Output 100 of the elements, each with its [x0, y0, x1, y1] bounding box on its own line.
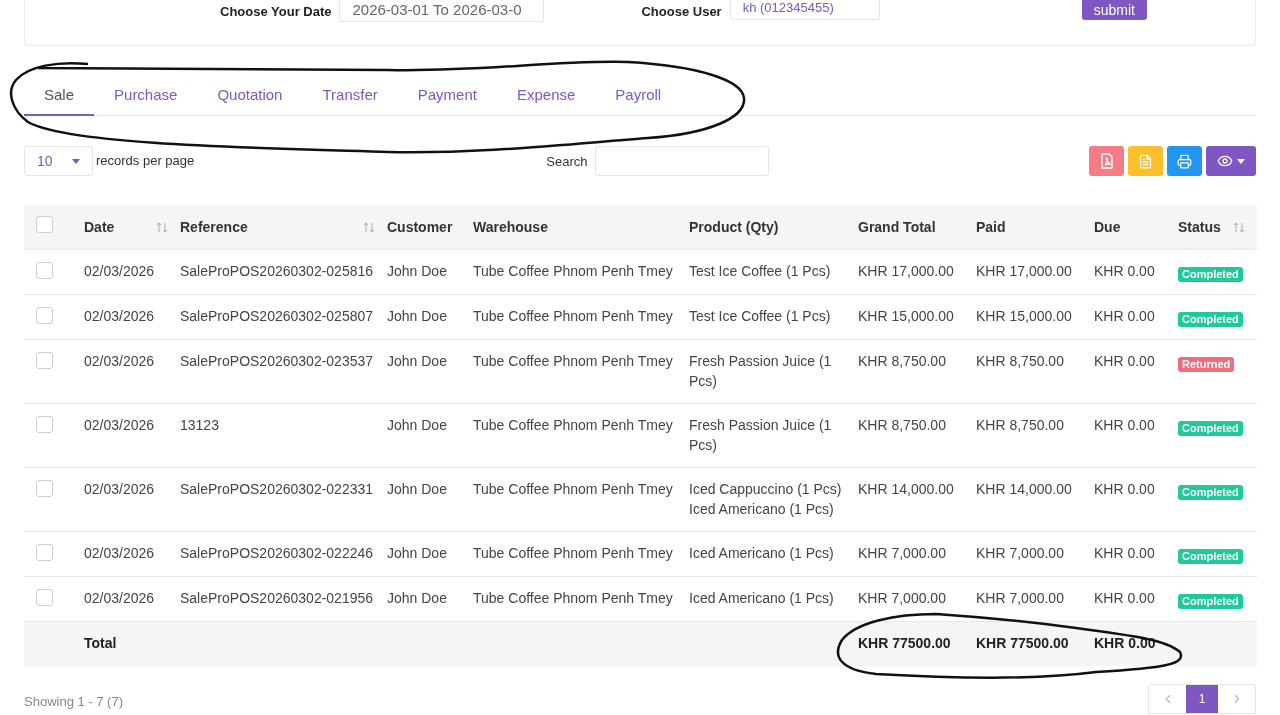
tab[interactable]: Sale — [24, 76, 95, 116]
table-cell-text: Iced Americano (1 Pcs) — [689, 499, 835, 519]
table-cell: John Doe — [387, 307, 447, 324]
table-cell: KHR 14,000.00 — [976, 480, 1072, 497]
table-cell: KHR 0.00 — [1094, 416, 1155, 433]
date-range-field[interactable]: 2026-03-01 To 2026-03-0 — [339, 0, 545, 22]
status-badge: Completed — [1178, 593, 1243, 609]
table-cell: 02/03/2026 — [84, 480, 155, 497]
table-cell: Tube Coffee Phnom Penh Tmey — [473, 589, 673, 606]
status-badge: Completed — [1178, 266, 1243, 282]
table-cell: KHR 15,000.00 — [976, 307, 1072, 324]
row-checkbox[interactable] — [36, 543, 53, 561]
table-cell: KHR 0.00 — [1094, 589, 1155, 606]
submit-button[interactable]: submit — [1081, 0, 1147, 20]
table-cell: KHR 7,000.00 — [976, 544, 1064, 561]
sort-icon[interactable] — [363, 221, 375, 233]
table-cell: KHR 7,000.00 — [858, 589, 946, 606]
tab[interactable]: Payment — [397, 76, 497, 116]
table-cell: SaleProPOS20260302-022331 — [180, 480, 374, 497]
table-cell: 02/03/2026 — [84, 307, 155, 324]
table-cell: Tube Coffee Phnom Penh Tmey — [473, 544, 673, 561]
status-badge: Completed — [1178, 484, 1243, 500]
column-header[interactable]: Date — [84, 216, 168, 238]
showing-count: Showing 1 - 7 (7) — [24, 693, 123, 711]
table-cell: Tube Coffee Phnom Penh Tmey — [473, 480, 673, 497]
table-cell: 02/03/2026 — [84, 416, 155, 433]
table-cell: John Doe — [387, 544, 447, 561]
table-cell: Tube Coffee Phnom Penh Tmey — [473, 262, 673, 279]
table-cell: KHR 17,000.00 — [858, 262, 954, 279]
status-badge: Returned — [1178, 356, 1235, 372]
table-cell: 02/03/2026 — [84, 262, 155, 279]
tab[interactable]: Payroll — [595, 76, 682, 116]
table-cell-text: Iced Americano (1 Pcs) — [689, 588, 835, 608]
column-header: Product (Qty) — [689, 217, 780, 237]
table-cell: KHR 0.00 — [1094, 262, 1155, 279]
date-label: Choose Your Date — [220, 3, 332, 21]
table-cell: KHR 8,750.00 — [858, 416, 946, 433]
pdf-file-icon — [1099, 153, 1114, 169]
status-badge: Completed — [1178, 311, 1243, 327]
status-badge: Completed — [1178, 548, 1243, 564]
sort-icon[interactable] — [156, 221, 168, 233]
column-header: Grand Total — [858, 217, 937, 237]
table-cell: Tube Coffee Phnom Penh Tmey — [473, 352, 673, 369]
table-cell: KHR 8,750.00 — [858, 352, 946, 369]
row-checkbox[interactable] — [36, 215, 53, 233]
table-cell: Tube Coffee Phnom Penh Tmey — [473, 416, 673, 433]
column-header: Paid — [976, 217, 1007, 237]
table-cell: John Doe — [387, 352, 447, 369]
table-cell: KHR 0.00 — [1094, 307, 1155, 324]
caret-icon — [72, 158, 80, 164]
table-cell-text: Fresh Passion Juice (1 Pcs) — [689, 351, 833, 391]
table-cell-text: Fresh Passion Juice (1 Pcs) — [689, 415, 833, 455]
row-checkbox[interactable] — [36, 306, 53, 324]
table-cell-text: Iced Americano (1 Pcs) — [689, 543, 835, 563]
status-badge: Completed — [1178, 420, 1243, 436]
row-checkbox[interactable] — [36, 479, 53, 497]
total-cell: KHR 77500.00 — [976, 635, 1069, 652]
page-button[interactable]: 1 — [1186, 685, 1218, 713]
tab[interactable]: Quotation — [197, 76, 303, 116]
table-cell: John Doe — [387, 480, 447, 497]
columns-button[interactable] — [1206, 146, 1256, 176]
pdf-button[interactable] — [1089, 146, 1124, 176]
eye-icon — [1217, 153, 1233, 169]
table-cell: KHR 14,000.00 — [858, 480, 954, 497]
table-cell: KHR 0.00 — [1094, 544, 1155, 561]
column-header[interactable]: Reference — [180, 216, 375, 238]
column-header: Warehouse — [473, 217, 549, 237]
column-header[interactable]: Status — [1178, 216, 1245, 238]
row-checkbox[interactable] — [36, 351, 53, 369]
table-cell: KHR 0.00 — [1094, 480, 1155, 497]
table-cell: KHR 15,000.00 — [858, 307, 954, 324]
tab[interactable]: Purchase — [94, 76, 198, 116]
table-cell: SaleProPOS20260302-025816 — [180, 262, 374, 279]
document-icon — [1138, 153, 1153, 169]
table-cell: KHR 17,000.00 — [976, 262, 1072, 279]
table-cell: KHR 0.00 — [1094, 352, 1155, 369]
table-cell-text: Test Ice Coffee (1 Pcs) — [689, 306, 832, 326]
total-cell: KHR 77500.00 — [858, 635, 951, 652]
row-checkbox[interactable] — [36, 588, 53, 606]
table-cell: 13123 — [180, 416, 219, 433]
user-select[interactable]: kh (012345455) — [729, 0, 880, 20]
print-button[interactable] — [1167, 146, 1202, 176]
table-cell: SaleProPOS20260302-025807 — [180, 307, 374, 324]
csv-button[interactable] — [1128, 146, 1163, 176]
row-checkbox[interactable] — [36, 261, 53, 279]
column-header: Due — [1094, 217, 1122, 237]
search-field[interactable] — [595, 146, 770, 176]
sort-icon[interactable] — [1233, 221, 1245, 233]
tab[interactable]: Transfer — [302, 76, 398, 116]
table-cell: Tube Coffee Phnom Penh Tmey — [473, 307, 673, 324]
row-checkbox[interactable] — [36, 415, 53, 433]
user-label: Choose User — [641, 3, 722, 21]
table-cell: 02/03/2026 — [84, 589, 155, 606]
table-cell: KHR 8,750.00 — [976, 416, 1064, 433]
table-cell: SaleProPOS20260302-022246 — [180, 544, 374, 561]
page-size-label: records per page — [96, 152, 195, 171]
page-size-select[interactable]: 10 — [24, 146, 93, 176]
print-icon — [1177, 153, 1192, 169]
table-cell: John Doe — [387, 262, 447, 279]
tab[interactable]: Expense — [496, 76, 596, 116]
